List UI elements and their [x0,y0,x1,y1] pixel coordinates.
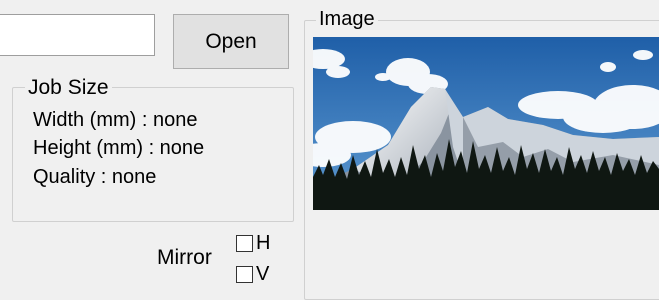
image-preview [313,37,659,210]
mirror-h-label: H [256,232,271,254]
job-quality-text: Quality : none [33,166,157,188]
open-button[interactable]: Open [173,14,289,69]
mirror-label: Mirror [157,246,212,269]
job-size-title: Job Size [25,77,112,98]
mirror-v-checkbox[interactable] [236,265,253,283]
mirror-h-option[interactable]: H [236,233,270,253]
job-height-text: Height (mm) : none [33,137,205,159]
path-field[interactable] [0,14,155,56]
mirror-v-option[interactable]: V [236,264,269,284]
mirror-h-checkbox[interactable] [236,234,253,252]
image-title: Image [316,9,378,29]
mountain-photo [313,37,659,210]
mirror-v-label: V [256,263,270,285]
job-width-text: Width (mm) : none [33,109,198,131]
